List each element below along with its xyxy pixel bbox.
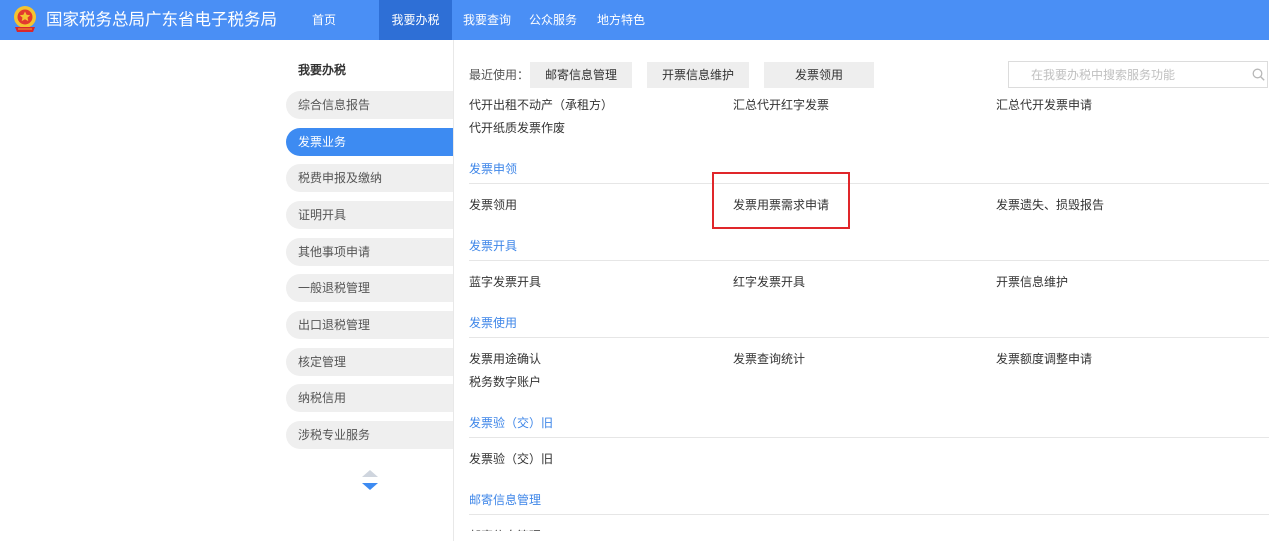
service-link[interactable]: 税务数字账户 — [469, 371, 733, 394]
recent-item-button[interactable]: 发票领用 — [764, 62, 875, 88]
sidebar-item[interactable]: 纳税信用 — [286, 384, 453, 413]
service-section: 发票使用发票用途确认 发票查询统计 发票额度调整申请税务数字账户 — [469, 312, 1269, 394]
section-title: 发票验（交）旧 — [469, 412, 1269, 438]
section-title: 邮寄信息管理 — [469, 489, 1269, 515]
recent-item-button[interactable]: 邮寄信息管理 — [530, 62, 633, 88]
service-link[interactable]: 发票验（交）旧 — [469, 448, 733, 471]
service-link[interactable]: 汇总代开发票申请 — [996, 94, 1269, 117]
service-link[interactable]: 发票查询统计 — [733, 348, 996, 371]
recent-label: 最近使用： — [469, 68, 530, 82]
section-items: 发票用途确认 发票查询统计 发票额度调整申请税务数字账户 — [469, 338, 1269, 394]
sidebar-item[interactable]: 税费申报及缴纳 — [286, 164, 453, 193]
service-section: 发票开具 蓝字发票开具 红字发票开具 开票信息维护 — [469, 235, 1269, 294]
service-link[interactable]: 发票遗失、损毁报告 — [996, 194, 1269, 217]
sidebar-menu: 综合信息报告 发票业务税费申报及缴纳 证明开具其他事项申请 一般退税管理 出口退税管理核… — [286, 91, 453, 458]
section-title: 发票使用 — [469, 312, 1269, 338]
nav-tab[interactable]: 我要办税 — [379, 0, 452, 40]
nav-tab[interactable]: 地方特色 — [584, 0, 658, 40]
section-items: 蓝字发票开具 红字发票开具 开票信息维护 — [469, 261, 1269, 294]
recent-shortcuts: 邮寄信息管理 开票信息维护 发票领用 — [530, 62, 875, 88]
main-nav: 首页 我要办税 我要查询 公众服务 地方特色 — [0, 0, 1269, 40]
section-items: 发票领用 发票用票需求申请 发票遗失、损毁报告 — [469, 184, 1269, 217]
sidebar-title: 我要办税 — [298, 63, 347, 77]
nav-tab[interactable]: 公众服务 — [522, 0, 584, 40]
service-link[interactable]: 蓝字发票开具 — [469, 271, 733, 294]
service-link[interactable]: 代开纸质发票作废 — [469, 117, 733, 140]
sidebar-item[interactable]: 综合信息报告 — [286, 91, 453, 119]
nav-tab[interactable]: 我要查询 — [452, 0, 522, 40]
arrow-up-icon[interactable] — [362, 470, 378, 477]
section-items: 邮寄信息管理 — [469, 515, 1269, 531]
search-icon[interactable] — [1252, 68, 1265, 81]
section-items: 发票验（交）旧 — [469, 438, 1269, 471]
sidebar-divider — [453, 40, 454, 541]
service-section: 发票验（交）旧 发票验（交）旧 — [469, 412, 1269, 471]
nav-tab[interactable]: 首页 — [302, 0, 346, 40]
service-section: 代开出租不动产（承租方） 汇总代开红字发票 汇总代开发票申请代开纸质发票作废 — [469, 94, 1269, 140]
sidebar: 我要办税 综合信息报告 发票业务税费申报及缴纳 证明开具其他事项申请 一般退税管理 出口… — [286, 40, 453, 460]
arrow-down-icon[interactable] — [362, 483, 378, 490]
service-link[interactable]: 发票领用 — [469, 194, 733, 217]
service-link[interactable]: 汇总代开红字发票 — [733, 94, 996, 117]
service-section: 邮寄信息管理邮寄信息管理 — [469, 489, 1269, 531]
sidebar-item[interactable]: 发票业务 — [286, 127, 453, 156]
service-search — [1008, 61, 1268, 88]
sidebar-item[interactable]: 证明开具 — [286, 200, 453, 229]
recent-item-button[interactable]: 开票信息维护 — [647, 62, 750, 88]
section-title: 发票开具 — [469, 235, 1269, 261]
service-link[interactable]: 发票用票需求申请 — [733, 194, 996, 217]
service-link[interactable]: 发票用途确认 — [469, 348, 733, 371]
sidebar-item[interactable]: 一般退税管理 — [286, 274, 453, 303]
service-link[interactable]: 邮寄信息管理 — [469, 525, 733, 531]
sidebar-item[interactable]: 核定管理 — [286, 347, 453, 376]
sidebar-item[interactable]: 其他事项申请 — [286, 237, 453, 266]
top-header: 国家税务总局广东省电子税务局 首页 我要办税 我要查询 公众服务 地方特色 — [0, 0, 1269, 40]
service-list: 代开出租不动产（承租方） 汇总代开红字发票 汇总代开发票申请代开纸质发票作废发票申领… — [469, 94, 1269, 531]
section-title: 发票申领 — [469, 158, 1269, 184]
search-input[interactable] — [1009, 62, 1241, 87]
sidebar-item[interactable]: 出口退税管理 — [286, 310, 453, 339]
sidebar-item[interactable]: 涉税专业服务 — [286, 420, 453, 449]
service-link[interactable]: 红字发票开具 — [733, 271, 996, 294]
service-link[interactable]: 发票额度调整申请 — [996, 348, 1269, 371]
service-section: 发票申领 发票领用 发票用票需求申请 发票遗失、损毁报告 — [469, 158, 1269, 217]
service-link[interactable]: 开票信息维护 — [996, 271, 1269, 294]
service-link[interactable]: 代开出租不动产（承租方） — [469, 94, 733, 117]
section-items: 代开出租不动产（承租方） 汇总代开红字发票 汇总代开发票申请代开纸质发票作废 — [469, 94, 1269, 140]
